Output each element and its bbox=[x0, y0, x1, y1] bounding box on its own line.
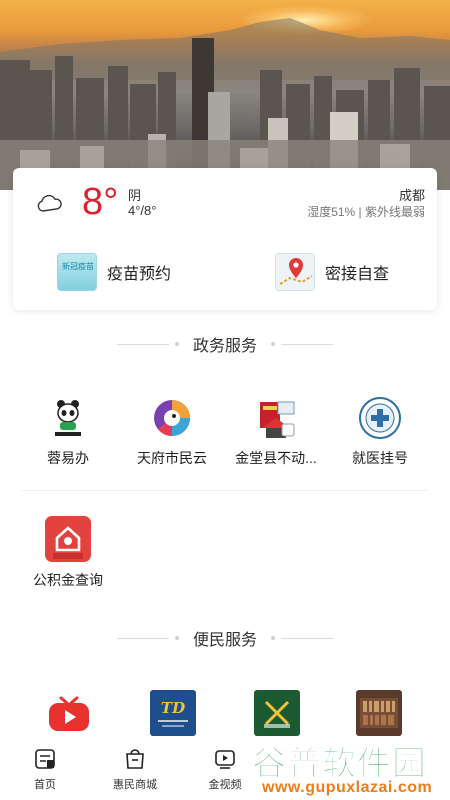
cloud-icon bbox=[37, 194, 62, 212]
bookshelf-icon[interactable] bbox=[356, 690, 402, 736]
service-property-registration[interactable]: 金堂县不动... bbox=[224, 396, 328, 468]
video-icon bbox=[215, 750, 235, 769]
td-logo-icon[interactable]: TD bbox=[150, 690, 196, 736]
weather-detail: 湿度51% | 紫外线最弱 bbox=[307, 205, 425, 219]
site-watermark: 谷普软件园 www.gupuxlazai.com bbox=[244, 736, 450, 800]
map-pin-icon bbox=[275, 253, 315, 291]
service-hospital-registration[interactable]: 就医挂号 bbox=[328, 396, 432, 468]
vaccine-booking-label: 疫苗预约 bbox=[107, 266, 172, 283]
housing-fund-icon bbox=[45, 516, 91, 562]
home-icon bbox=[35, 749, 55, 769]
hero-city-image bbox=[0, 0, 450, 190]
service-label: 就医挂号 bbox=[352, 450, 408, 466]
service-label: 金堂县不动... bbox=[235, 450, 317, 466]
weather-condition: 阴 bbox=[128, 188, 142, 203]
panda-icon bbox=[46, 396, 90, 440]
gov-services-header: 政务服务 bbox=[0, 332, 450, 356]
vaccine-booking-button[interactable]: 新冠疫苗 疫苗预约 bbox=[57, 250, 171, 294]
life-services-title: 便民服务 bbox=[192, 632, 257, 649]
tab-mall[interactable]: 惠民商城 bbox=[90, 740, 180, 800]
service-label: 蓉易办 bbox=[47, 450, 89, 466]
city-name: 成都 bbox=[398, 188, 425, 203]
property-register-icon bbox=[254, 396, 298, 440]
tab-label: 惠民商城 bbox=[113, 779, 157, 791]
tianfu-cloud-icon bbox=[150, 396, 194, 440]
tab-home[interactable]: 首页 bbox=[0, 740, 90, 800]
close-contact-check-label: 密接自查 bbox=[325, 266, 390, 283]
green-app-icon[interactable] bbox=[254, 690, 300, 736]
hospital-seal-icon bbox=[358, 396, 402, 440]
watermark-title: 谷普软件园 bbox=[252, 745, 427, 784]
row-divider bbox=[22, 490, 428, 491]
close-contact-check-button[interactable]: 密接自查 bbox=[275, 250, 389, 294]
shopping-bag-icon bbox=[126, 749, 144, 769]
vaccine-icon: 新冠疫苗 bbox=[57, 253, 97, 291]
service-housing-fund[interactable]: 公积金查询 bbox=[16, 516, 120, 590]
temperature: 8° bbox=[82, 181, 119, 223]
weather-card[interactable]: 8° 阴 4°/8° 成都 湿度51% | 紫外线最弱 新冠疫苗 疫苗预约 密接… bbox=[13, 168, 437, 310]
life-services-header: 便民服务 bbox=[0, 626, 450, 650]
service-label: 公积金查询 bbox=[33, 572, 103, 588]
service-tianfu-cloud[interactable]: 天府市民云 bbox=[120, 396, 224, 468]
tv-play-icon[interactable] bbox=[45, 692, 93, 734]
svg-text:TD: TD bbox=[161, 699, 185, 717]
watermark-url: www.gupuxlazai.com bbox=[262, 779, 433, 796]
service-label: 天府市民云 bbox=[137, 450, 207, 466]
service-rongyiban[interactable]: 蓉易办 bbox=[16, 396, 120, 468]
city-skyline-graphic bbox=[0, 18, 450, 190]
tab-label: 首页 bbox=[34, 779, 56, 791]
temperature-range: 4°/8° bbox=[128, 203, 157, 218]
gov-services-title: 政务服务 bbox=[192, 338, 257, 355]
